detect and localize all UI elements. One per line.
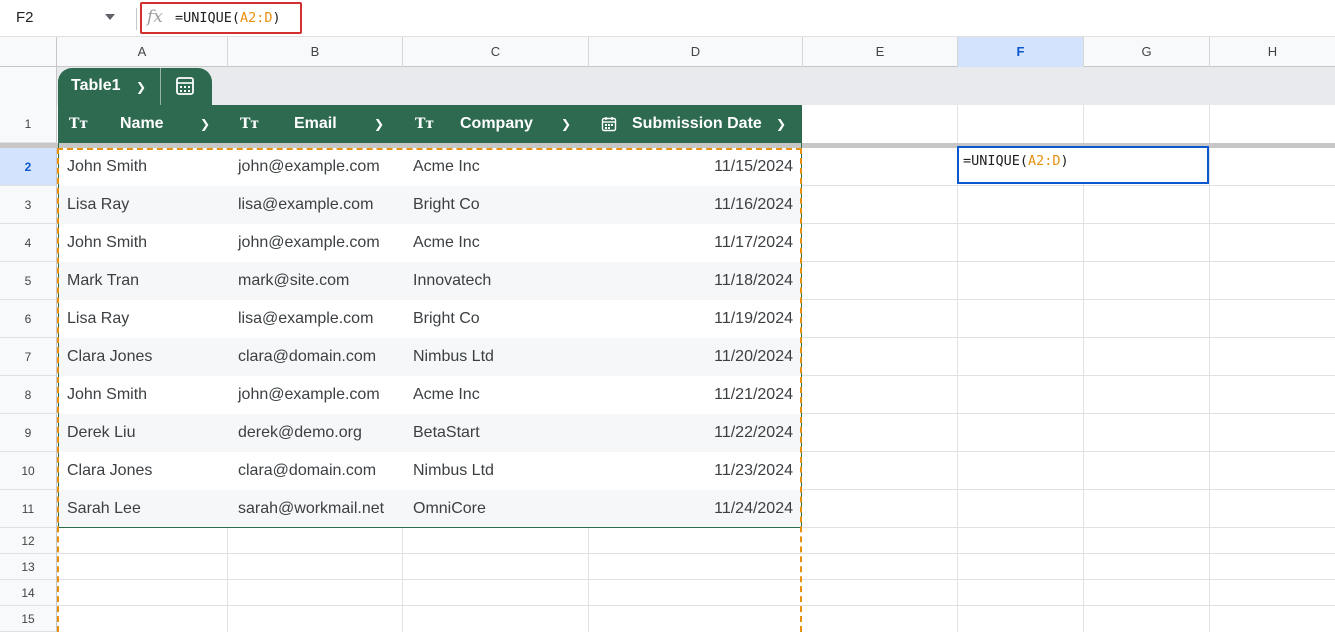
cell-formula-text[interactable]: =UNIQUE(A2:D) — [963, 153, 1069, 169]
name-box-value: F2 — [16, 9, 34, 26]
select-all-corner[interactable] — [0, 37, 57, 67]
fx-icon: fx — [147, 7, 163, 27]
table-name-tab[interactable]: Table1 ❯ — [58, 68, 212, 105]
row-header-10[interactable]: 10 — [0, 452, 57, 490]
row-header-13[interactable]: 13 — [0, 554, 57, 580]
row-header-7[interactable]: 7 — [0, 338, 57, 376]
column-header-b[interactable]: B — [228, 37, 403, 67]
row-header-15[interactable]: 15 — [0, 606, 57, 632]
row-header-5[interactable]: 5 — [0, 262, 57, 300]
row-header-4[interactable]: 4 — [0, 224, 57, 262]
row-header-12[interactable]: 12 — [0, 528, 57, 554]
row-header-6[interactable]: 6 — [0, 300, 57, 338]
row-header-9[interactable]: 9 — [0, 414, 57, 452]
row-header-2[interactable]: 2 — [0, 148, 57, 186]
row-header-14[interactable]: 14 — [0, 580, 57, 606]
row-header-8[interactable]: 8 — [0, 376, 57, 414]
column-header-bar: A B C D E F G H — [0, 37, 1335, 67]
row-header-blank — [0, 67, 57, 105]
column-header-f[interactable]: F — [958, 37, 1084, 67]
row-header-11[interactable]: 11 — [0, 490, 57, 528]
range-highlight-a2-d — [57, 148, 802, 632]
column-header-a[interactable]: A — [57, 37, 228, 67]
table-name: Table1 — [71, 77, 121, 94]
column-header-g[interactable]: G — [1084, 37, 1210, 67]
row-header-1[interactable]: 1 — [0, 105, 57, 143]
name-box[interactable]: F2 — [0, 0, 132, 37]
formula-text[interactable]: =UNIQUE(A2:D) — [175, 10, 281, 26]
column-header-c[interactable]: C — [403, 37, 589, 67]
table-calculator-icon[interactable] — [175, 76, 195, 96]
column-header-h[interactable]: H — [1210, 37, 1335, 67]
formula-bar-separator — [136, 8, 137, 30]
column-header-e[interactable]: E — [803, 37, 958, 67]
chevron-down-icon[interactable]: ❯ — [136, 80, 146, 94]
formula-input[interactable]: fx =UNIQUE(A2:D) — [140, 2, 302, 34]
row-header-3[interactable]: 3 — [0, 186, 57, 224]
active-cell-f2[interactable]: =UNIQUE(A2:D) — [957, 146, 1209, 184]
tab-divider — [160, 68, 161, 105]
chevron-down-icon[interactable] — [105, 14, 115, 20]
column-header-d[interactable]: D — [589, 37, 803, 67]
